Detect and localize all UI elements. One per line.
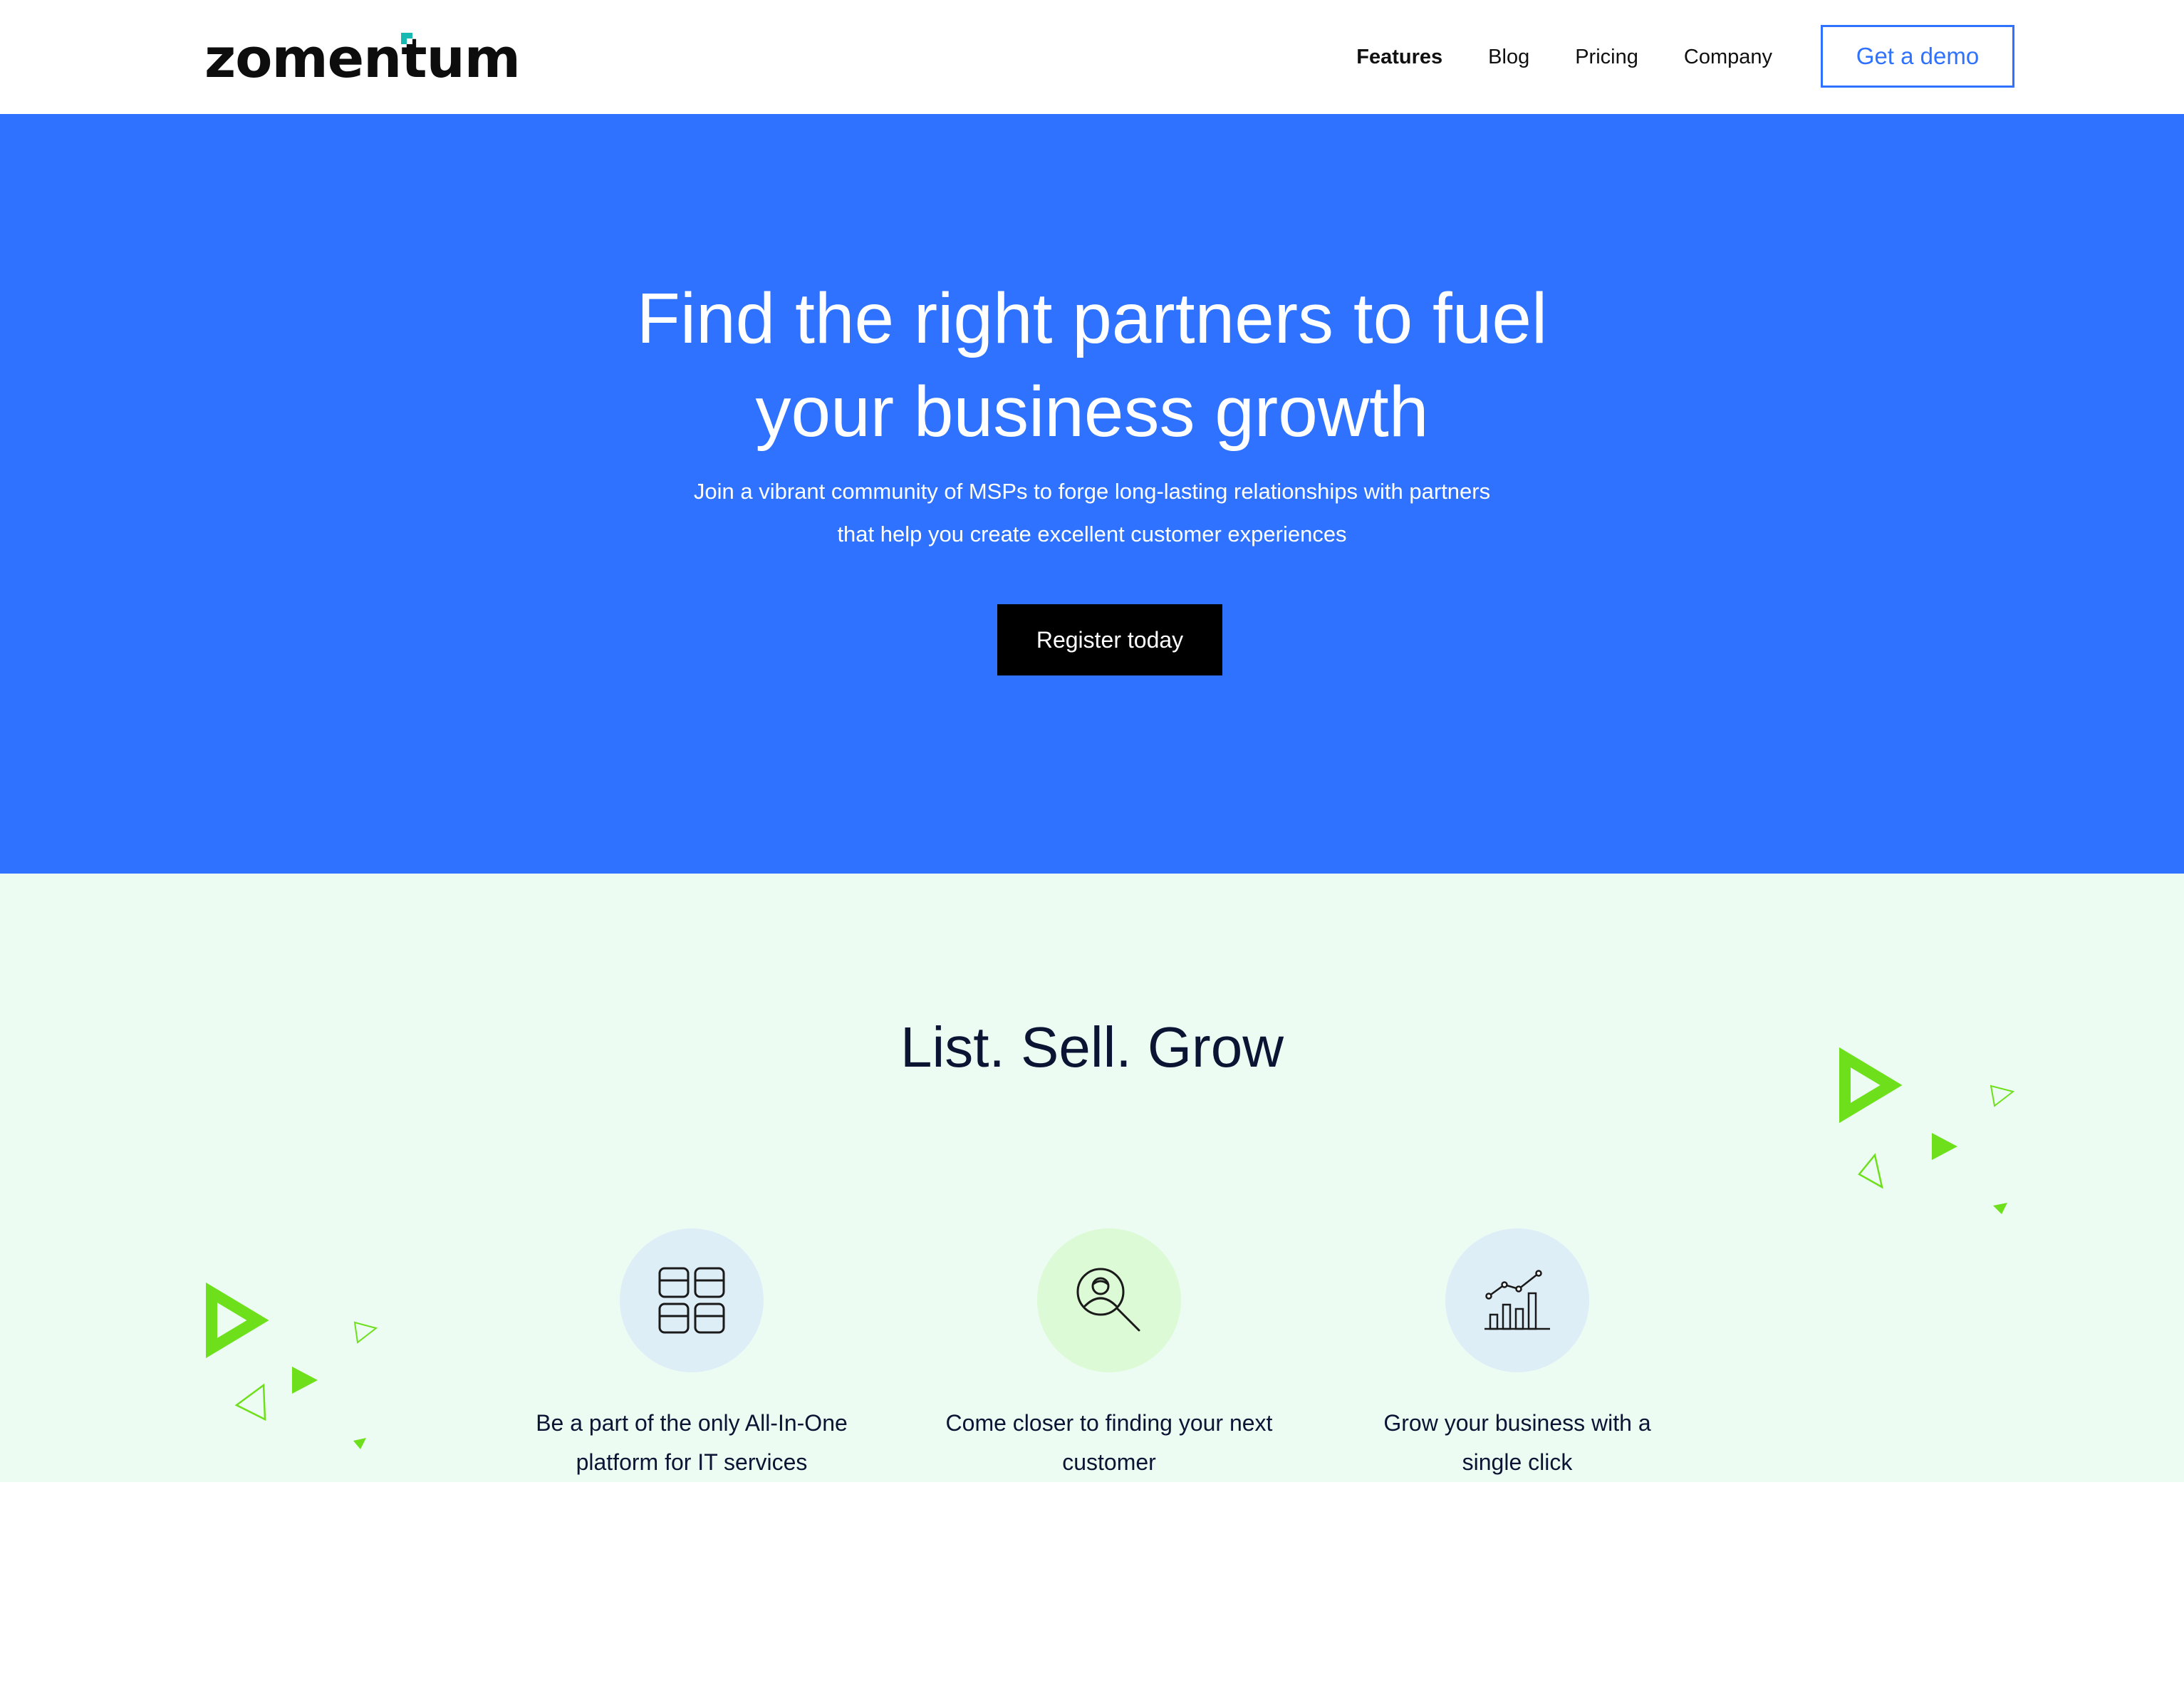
features-section: List. Sell. Grow Be a part of the only A… [0, 874, 2184, 1482]
nav-link-pricing[interactable]: Pricing [1575, 46, 1638, 69]
nav-link-company[interactable]: Company [1684, 46, 1772, 69]
feature-label-line-1: Be a part of the only All-In-One [536, 1410, 848, 1436]
triangle-decoration-left [206, 1282, 378, 1449]
nav-link-blog[interactable]: Blog [1488, 46, 1529, 69]
feature-item-grow-business: Grow your business with a single click [1332, 1228, 1702, 1482]
zomentum-logo[interactable]: zomentum [204, 26, 521, 90]
feature-item-next-customer: Come closer to finding your next custome… [924, 1228, 1294, 1482]
feature-label: Grow your business with a single click [1332, 1404, 1702, 1482]
growth-chart-icon [1484, 1270, 1550, 1330]
logo-accent-mark [401, 33, 412, 44]
hero-subtitle-line-1: Join a vibrant community of MSPs to forg… [693, 479, 1491, 504]
nav-links: Features Blog Pricing Company [1356, 0, 1772, 114]
grid-layout-icon [658, 1267, 725, 1334]
feature-icon-circle [620, 1228, 764, 1372]
feature-label-line-2: customer [1062, 1449, 1156, 1475]
hero-subtitle-line-2: that help you create excellent customer … [837, 522, 1347, 547]
feature-icon-circle [1037, 1228, 1181, 1372]
hero-title: Find the right partners to fuel your bus… [0, 272, 2184, 459]
feature-label: Be a part of the only All-In-One platfor… [506, 1404, 877, 1482]
hero-title-line-2: your business growth [755, 372, 1429, 452]
hero-section: Find the right partners to fuel your bus… [0, 114, 2184, 874]
feature-label: Come closer to finding your next custome… [924, 1404, 1294, 1482]
feature-icon-circle [1445, 1228, 1589, 1372]
hero-subtitle: Join a vibrant community of MSPs to forg… [0, 470, 2184, 556]
feature-item-all-in-one: Be a part of the only All-In-One platfor… [506, 1228, 877, 1482]
feature-label-line-2: platform for IT services [576, 1449, 808, 1475]
nav-link-features[interactable]: Features [1356, 46, 1442, 69]
feature-label-line-2: single click [1462, 1449, 1573, 1475]
hero-title-line-1: Find the right partners to fuel [636, 279, 1548, 358]
register-today-button[interactable]: Register today [997, 604, 1222, 675]
feature-label-line-1: Come closer to finding your next [945, 1410, 1273, 1436]
get-demo-button[interactable]: Get a demo [1821, 25, 2014, 88]
triangle-decoration-right [1839, 1047, 2015, 1214]
feature-label-line-1: Grow your business with a [1383, 1410, 1651, 1436]
top-nav: zomentum Features Blog Pricing Company G… [0, 0, 2184, 114]
person-search-icon [1076, 1268, 1140, 1332]
logo-wordmark: zomentum [204, 26, 521, 90]
